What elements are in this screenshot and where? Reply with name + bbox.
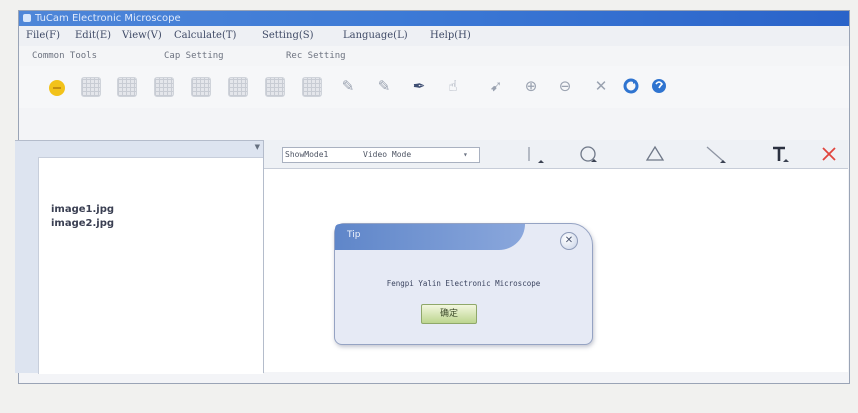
- hand-icon[interactable]: ☝: [444, 77, 462, 95]
- text-tool-icon[interactable]: [770, 144, 792, 164]
- list-item[interactable]: image1.jpg: [51, 204, 114, 215]
- image-icon[interactable]: [117, 77, 137, 97]
- image-icon[interactable]: [302, 77, 322, 97]
- menu-bar: File(F) Edit(E) View(V) Calculate(T) Set…: [19, 26, 849, 46]
- dialog-title: Tip: [347, 230, 361, 240]
- line-tool-icon[interactable]: [526, 144, 546, 164]
- image-icon[interactable]: [265, 77, 285, 97]
- pen-icon[interactable]: ✎: [375, 77, 393, 95]
- menu-calculate[interactable]: Calculate(T): [174, 26, 236, 46]
- pen-icon[interactable]: ✒: [410, 77, 428, 95]
- image-icon[interactable]: [191, 77, 211, 97]
- image-icon[interactable]: [81, 77, 101, 97]
- triangle-tool-icon[interactable]: [644, 144, 666, 164]
- delete-tool-icon[interactable]: [819, 144, 839, 164]
- menu-setting[interactable]: Setting(S): [262, 26, 314, 46]
- message-dialog: Tip ✕ Fengpi Yalin Electronic Microscope…: [334, 223, 593, 345]
- zoom-out-icon[interactable]: ⊖: [556, 77, 574, 95]
- help-icon[interactable]: [650, 77, 668, 95]
- menu-view[interactable]: View(V): [122, 26, 162, 46]
- toolbar: ✎ ✎ ✒ ☝ ➹ ⊕ ⊖ ✕: [19, 66, 849, 108]
- pen-icon[interactable]: ✎: [339, 77, 357, 95]
- show-mode-value: Video Mode: [363, 150, 412, 159]
- draw-toolbar: ShowMode1 Video Mode ▾: [264, 140, 848, 169]
- chevron-down-icon: ▾: [463, 150, 468, 159]
- refresh-icon[interactable]: [622, 77, 640, 95]
- dialog-message: Fengpi Yalin Electronic Microscope: [386, 279, 541, 288]
- app-icon: [23, 14, 31, 22]
- tab-bar: Common Tools Cap Setting Rec Setting: [19, 46, 849, 66]
- menu-edit[interactable]: Edit(E): [75, 26, 111, 46]
- image-icon[interactable]: [228, 77, 248, 97]
- menu-file[interactable]: File(F): [26, 26, 60, 46]
- pointer-icon[interactable]: ➹: [487, 77, 505, 95]
- file-list: image1.jpg image2.jpg: [38, 157, 263, 374]
- menu-help[interactable]: Help(H): [430, 26, 471, 46]
- close-icon[interactable]: ✕: [592, 77, 610, 95]
- window-title: TuCam Electronic Microscope: [35, 13, 181, 24]
- pen-tool-icon[interactable]: [704, 144, 728, 164]
- list-item[interactable]: image2.jpg: [51, 218, 114, 229]
- close-icon[interactable]: ✕: [560, 232, 578, 250]
- dialog-header: Tip: [335, 224, 525, 250]
- circle-tool-icon[interactable]: [578, 144, 600, 164]
- menu-language[interactable]: Language(L): [343, 26, 408, 46]
- title-bar: TuCam Electronic Microscope: [19, 11, 849, 26]
- tab-cap-setting[interactable]: Cap Setting: [164, 46, 224, 66]
- image-icon[interactable]: [154, 77, 174, 97]
- show-mode-label: ShowMode1: [285, 150, 329, 159]
- tab-rec-setting[interactable]: Rec Setting: [286, 46, 346, 66]
- panel-arrow-icon[interactable]: ▼: [255, 143, 260, 151]
- show-mode-select[interactable]: ShowMode1 Video Mode ▾: [282, 147, 480, 163]
- ok-button[interactable]: 确定: [421, 304, 477, 324]
- open-folder-icon[interactable]: [47, 77, 65, 96]
- file-panel: ▼ image1.jpg image2.jpg: [15, 140, 264, 374]
- tab-common-tools[interactable]: Common Tools: [32, 46, 97, 66]
- zoom-in-icon[interactable]: ⊕: [522, 77, 540, 95]
